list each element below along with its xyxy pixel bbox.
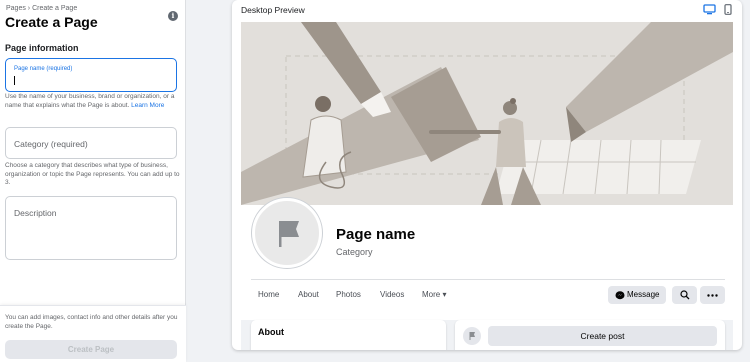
about-title: About [258,327,284,337]
tab-videos[interactable]: Videos [380,290,404,299]
create-post-card: Create post [455,320,725,350]
mobile-icon[interactable] [724,4,732,15]
flag-icon [279,221,299,247]
message-label: Message [627,290,660,299]
tab-photos[interactable]: Photos [336,290,361,299]
more-options-button[interactable] [700,286,725,304]
breadcrumb[interactable]: Pages › Create a Page [6,5,77,12]
tab-about[interactable]: About [298,290,319,299]
tab-more[interactable]: More ▾ [422,290,446,299]
preview-title: Desktop Preview [241,5,305,15]
page-name-help: Use the name of your business, brand or … [5,93,175,109]
divider [251,279,725,280]
profile-picture [252,198,322,268]
preview-page-name: Page name [336,226,416,243]
desktop-icon[interactable] [703,4,716,15]
text-caret [14,76,15,85]
page-name-input[interactable]: Page name (required) [5,58,177,92]
flag-icon [469,332,475,340]
bottom-note: You can add images, contact info and oth… [5,314,178,330]
category-help: Choose a category that describes what ty… [5,162,180,186]
description-input[interactable]: Description [5,196,177,260]
description-placeholder: Description [14,208,57,218]
desktop-preview-panel: Desktop Preview Page name Category Home … [232,0,742,350]
message-button[interactable]: Message [608,286,666,304]
page-name-label: Page name (required) [14,66,73,72]
section-title: Page information [5,43,79,53]
tab-home[interactable]: Home [258,290,279,299]
create-post-button[interactable]: Create post [488,326,717,346]
info-icon[interactable]: i [168,11,178,21]
post-avatar [463,327,481,345]
learn-more-link[interactable]: Learn More [131,102,164,109]
footer: You can add images, contact info and oth… [0,305,186,362]
about-card: About [251,320,446,350]
search-button[interactable] [672,286,697,304]
cover-illustration [241,22,733,205]
category-input[interactable]: Category (required) [5,127,177,159]
preview-category: Category [336,247,373,257]
page-mockup: Page name Category Home About Photos Vid… [241,22,733,350]
search-icon [679,290,689,300]
messenger-icon [615,290,625,299]
create-page-sidebar: Pages › Create a Page Create a Page i Pa… [0,0,186,362]
category-placeholder: Category (required) [14,139,88,149]
more-icon [707,293,718,297]
page-title: Create a Page [5,14,98,30]
cover-photo [241,22,733,205]
create-page-button[interactable]: Create Page [5,340,177,359]
